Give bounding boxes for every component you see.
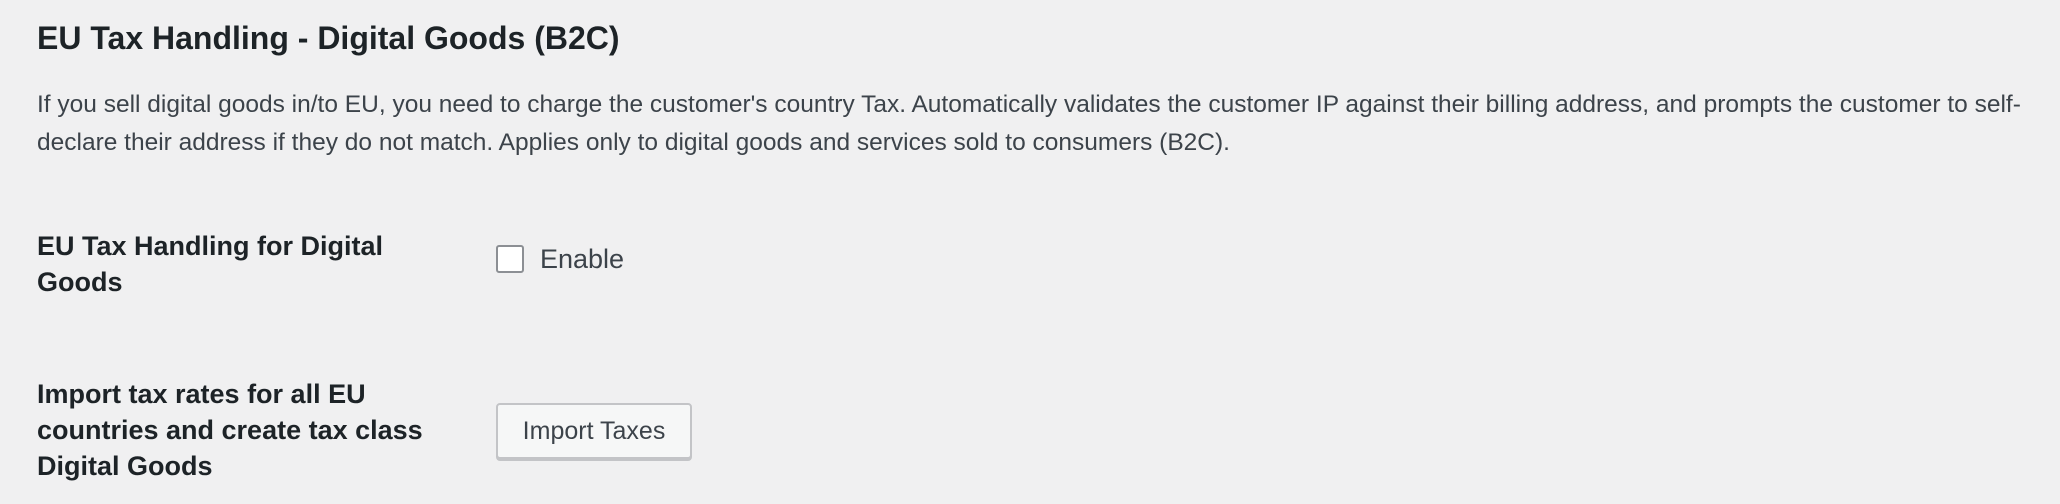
enable-checkbox-control[interactable]: Enable <box>496 242 624 276</box>
section-title: EU Tax Handling - Digital Goods (B2C) <box>37 20 620 56</box>
enable-checkbox-label[interactable]: Enable <box>540 242 624 276</box>
import-taxes-button[interactable]: Import Taxes <box>496 403 692 459</box>
import-tax-rates-label: Import tax rates for all EU countries an… <box>37 379 423 481</box>
enable-checkbox[interactable] <box>496 245 524 273</box>
eu-tax-handling-label: EU Tax Handling for Digital Goods <box>37 231 384 297</box>
section-description: If you sell digital goods in/to EU, you … <box>37 91 2021 156</box>
